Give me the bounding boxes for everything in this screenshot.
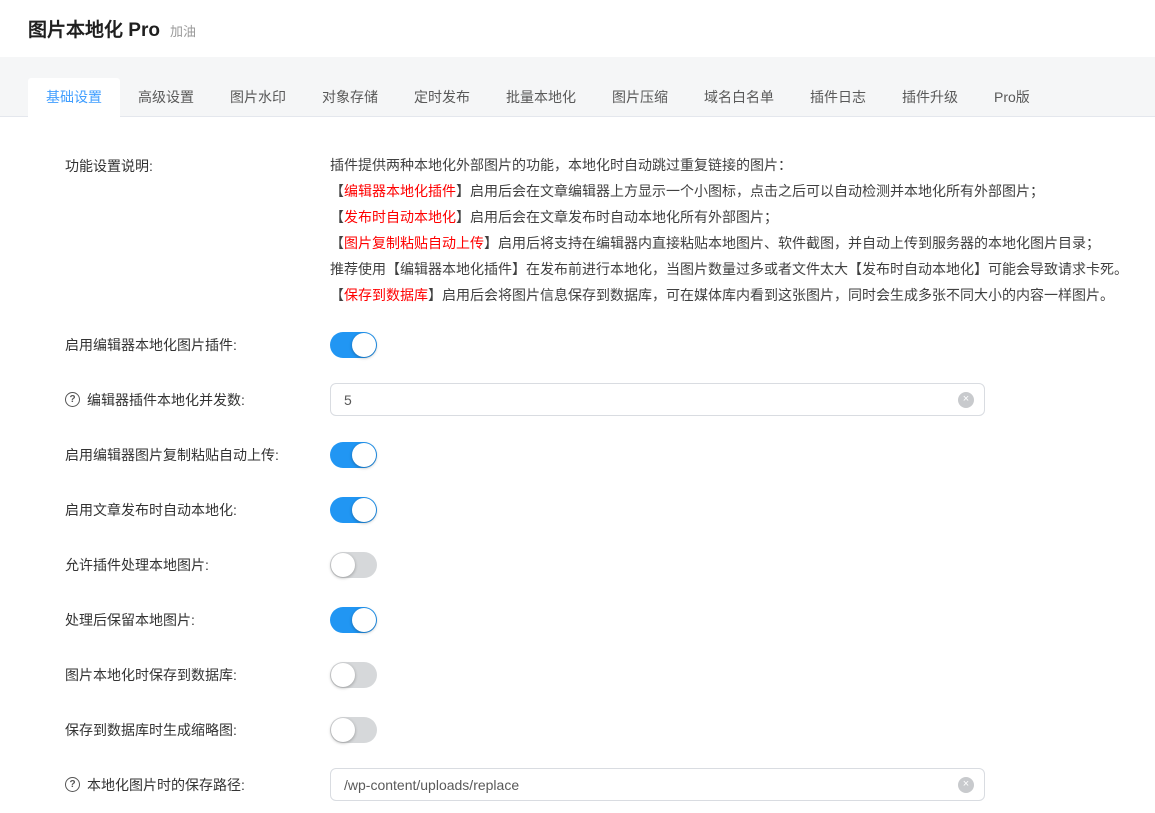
field-label: 保存到数据库时生成缩略图: (65, 720, 237, 740)
toggle-knob (352, 333, 376, 357)
description-line: 【发布时自动本地化】启用后会在文章发布时自动本地化所有外部图片； (330, 204, 1128, 230)
keep-local-images-toggle[interactable] (330, 607, 377, 633)
form-row-save-to-database: 图片本地化时保存到数据库: (65, 658, 1155, 691)
tab-advanced-settings[interactable]: 高级设置 (120, 78, 212, 117)
toggle-knob (331, 663, 355, 687)
field-label: 允许插件处理本地图片: (65, 555, 209, 575)
clear-input-icon[interactable]: × (958, 392, 974, 408)
tab-basic-settings[interactable]: 基础设置 (28, 78, 120, 117)
description-line: 【保存到数据库】启用后会将图片信息保存到数据库，可在媒体库内看到这张图片，同时会… (330, 282, 1128, 308)
generate-thumbnails-toggle[interactable] (330, 717, 377, 743)
save-path-input[interactable] (330, 768, 985, 801)
field-label-col: 启用编辑器图片复制粘贴自动上传: (65, 445, 330, 465)
field-label-col: ? 本地化图片时的保存路径: (65, 775, 330, 795)
field-label-col: 启用文章发布时自动本地化: (65, 500, 330, 520)
tab-object-storage[interactable]: 对象存储 (304, 78, 396, 117)
description-block: 功能设置说明: 插件提供两种本地化外部图片的功能，本地化时自动跳过重复链接的图片… (65, 152, 1155, 308)
highlighted-text: 图片复制粘贴自动上传 (344, 235, 484, 251)
tab-scheduled-publish[interactable]: 定时发布 (396, 78, 488, 117)
tab-image-compression[interactable]: 图片压缩 (594, 78, 686, 117)
form-rows: 启用编辑器本地化图片插件:? 编辑器插件本地化并发数: × 启用编辑器图片复制粘贴自动… (65, 328, 1155, 801)
description-line: 插件提供两种本地化外部图片的功能，本地化时自动跳过重复链接的图片： (330, 152, 1128, 178)
plain-text: 【 (330, 183, 344, 199)
toggle-knob (331, 553, 355, 577)
plain-text: 】启用后会在文章发布时自动本地化所有外部图片； (456, 209, 778, 225)
tab-image-watermark[interactable]: 图片水印 (212, 78, 304, 117)
toggle-knob (352, 443, 376, 467)
editor-concurrency-input[interactable] (330, 383, 985, 416)
form-row-keep-local-images: 处理后保留本地图片: (65, 603, 1155, 636)
highlighted-text: 编辑器本地化插件 (344, 183, 456, 199)
editor-concurrency-input-wrap: × (330, 383, 985, 416)
help-icon[interactable]: ? (65, 392, 80, 407)
save-to-database-toggle[interactable] (330, 662, 377, 688)
description-text: 插件提供两种本地化外部图片的功能，本地化时自动跳过重复链接的图片：【编辑器本地化… (330, 152, 1128, 308)
field-label: 启用编辑器本地化图片插件: (65, 335, 237, 355)
auto-localize-on-publish-toggle[interactable] (330, 497, 377, 523)
settings-panel: 功能设置说明: 插件提供两种本地化外部图片的功能，本地化时自动跳过重复链接的图片… (0, 117, 1155, 801)
field-label: 图片本地化时保存到数据库: (65, 665, 237, 685)
field-label-col: 图片本地化时保存到数据库: (65, 665, 330, 685)
plain-text: 】启用后将支持在编辑器内直接粘贴本地图片、软件截图，并自动上传到服务器的本地化图… (484, 235, 1100, 251)
plain-text: 【 (330, 235, 344, 251)
tab-domain-whitelist[interactable]: 域名白名单 (686, 78, 792, 117)
form-row-auto-localize-on-publish: 启用文章发布时自动本地化: (65, 493, 1155, 526)
page-badge: 加油 (170, 24, 196, 39)
enable-paste-auto-upload-toggle[interactable] (330, 442, 377, 468)
highlighted-text: 保存到数据库 (344, 287, 428, 303)
page-header: 图片本地化 Pro 加油 (0, 0, 1155, 57)
field-label-col: 启用编辑器本地化图片插件: (65, 335, 330, 355)
clear-input-icon[interactable]: × (958, 777, 974, 793)
tab-batch-localize[interactable]: 批量本地化 (488, 78, 594, 117)
form-row-process-local-images: 允许插件处理本地图片: (65, 548, 1155, 581)
plain-text: 推荐使用【编辑器本地化插件】在发布前进行本地化，当图片数量过多或者文件太大【发布… (330, 261, 1128, 277)
toggle-knob (331, 718, 355, 742)
field-label: 功能设置说明: (65, 152, 330, 308)
field-label: 编辑器插件本地化并发数: (87, 390, 245, 410)
form-row-editor-concurrency: ? 编辑器插件本地化并发数: × (65, 383, 1155, 416)
field-label: 启用文章发布时自动本地化: (65, 500, 237, 520)
help-icon[interactable]: ? (65, 777, 80, 792)
form-row-save-path: ? 本地化图片时的保存路径: × (65, 768, 1155, 801)
tab-plugin-upgrade[interactable]: 插件升级 (884, 78, 976, 117)
field-label-col: 处理后保留本地图片: (65, 610, 330, 630)
toggle-knob (352, 498, 376, 522)
plain-text: 】启用后会在文章编辑器上方显示一个小图标，点击之后可以自动检测并本地化所有外部图… (456, 183, 1044, 199)
field-label: 本地化图片时的保存路径: (87, 775, 245, 795)
page-title: 图片本地化 Pro (28, 20, 160, 41)
description-line: 推荐使用【编辑器本地化插件】在发布前进行本地化，当图片数量过多或者文件太大【发布… (330, 256, 1128, 282)
field-label: 启用编辑器图片复制粘贴自动上传: (65, 445, 279, 465)
description-line: 【图片复制粘贴自动上传】启用后将支持在编辑器内直接粘贴本地图片、软件截图，并自动… (330, 230, 1128, 256)
save-path-input-wrap: × (330, 768, 985, 801)
highlighted-text: 发布时自动本地化 (344, 209, 456, 225)
enable-editor-localize-toggle[interactable] (330, 332, 377, 358)
form-row-enable-paste-auto-upload: 启用编辑器图片复制粘贴自动上传: (65, 438, 1155, 471)
form-row-generate-thumbnails: 保存到数据库时生成缩略图: (65, 713, 1155, 746)
plain-text: 】启用后会将图片信息保存到数据库，可在媒体库内看到这张图片，同时会生成多张不同大… (428, 287, 1114, 303)
field-label: 处理后保留本地图片: (65, 610, 195, 630)
field-label-col: 允许插件处理本地图片: (65, 555, 330, 575)
tab-pro-version[interactable]: Pro版 (976, 78, 1048, 117)
tab-plugin-log[interactable]: 插件日志 (792, 78, 884, 117)
description-line: 【编辑器本地化插件】启用后会在文章编辑器上方显示一个小图标，点击之后可以自动检测… (330, 178, 1128, 204)
form-row-enable-editor-localize: 启用编辑器本地化图片插件: (65, 328, 1155, 361)
toggle-knob (352, 608, 376, 632)
process-local-images-toggle[interactable] (330, 552, 377, 578)
tab-bar: 基础设置高级设置图片水印对象存储定时发布批量本地化图片压缩域名白名单插件日志插件… (0, 57, 1155, 117)
plain-text: 【 (330, 287, 344, 303)
plain-text: 【 (330, 209, 344, 225)
field-label-col: 保存到数据库时生成缩略图: (65, 720, 330, 740)
field-label-col: ? 编辑器插件本地化并发数: (65, 390, 330, 410)
plain-text: 插件提供两种本地化外部图片的功能，本地化时自动跳过重复链接的图片： (330, 157, 792, 173)
